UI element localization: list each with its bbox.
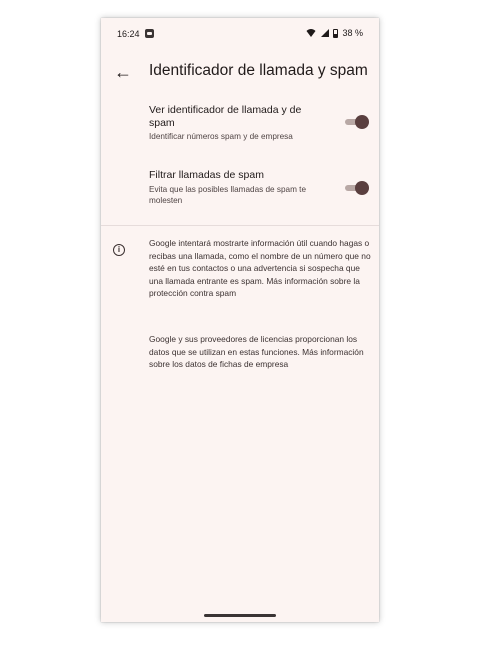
status-icons: 38 % [305,28,363,38]
signal-icon [321,29,330,37]
battery-icon [333,28,339,38]
arrow-back-icon[interactable]: ← [113,62,133,82]
setting-caller-id[interactable]: Ver identificador de llamada y de spam I… [149,104,369,142]
setting-filter-spam-label: Filtrar llamadas de spam [149,169,264,181]
status-bar: 16:24 38 % [101,18,379,52]
info-icon: i [113,244,125,256]
status-time: 16:24 [117,29,140,39]
setting-caller-id-desc: Identificar números spam y de empresa [149,132,293,141]
caller-id-toggle[interactable] [345,115,369,129]
gesture-nav-bar[interactable] [204,614,276,617]
divider [101,225,379,226]
filter-spam-toggle[interactable] [345,181,369,195]
setting-filter-spam-desc: Evita que las posibles llamadas de spam … [149,184,307,205]
notification-icon [145,29,154,38]
info-paragraph-data: Google y sus proveedores de licencias pr… [149,334,364,369]
setting-filter-spam[interactable]: Filtrar llamadas de spam Evita que las p… [149,169,369,206]
wifi-icon [305,29,318,37]
toggle-thumb [355,115,369,129]
setting-caller-id-label: Ver identificador de llamada y de spam [149,104,302,129]
toggle-thumb [355,181,369,195]
info-paragraph-spam: Google intentará mostrarte información ú… [149,238,371,298]
battery-percent: 38 % [342,28,363,38]
page-title: Identificador de llamada y spam [149,62,368,79]
phone-screen: 16:24 38 % ← Identificador de llamada y … [101,18,379,622]
